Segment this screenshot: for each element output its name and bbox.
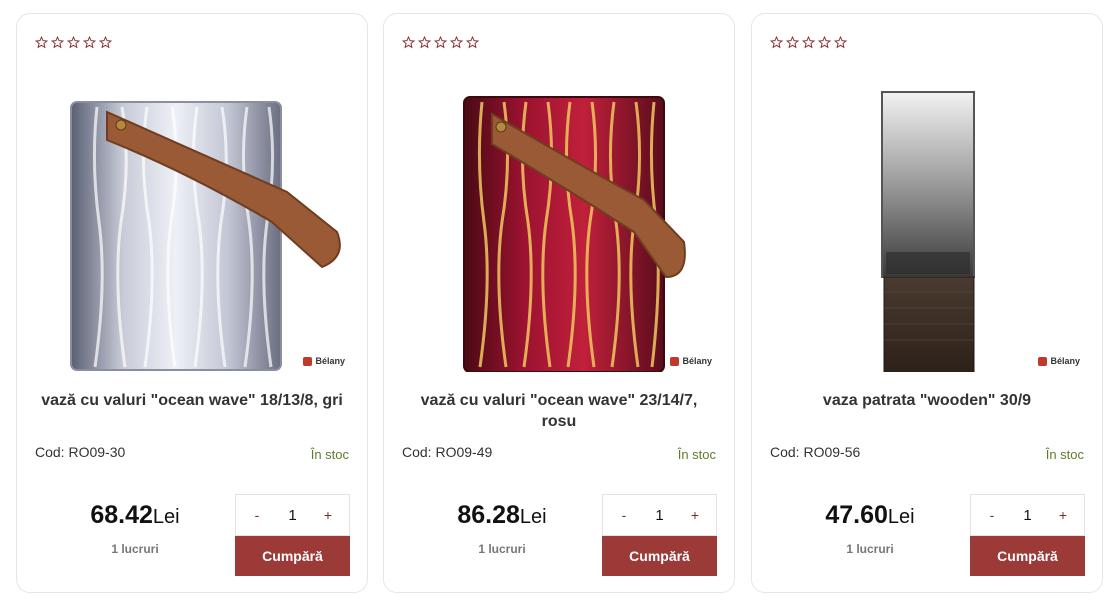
star-icon[interactable]: [67, 36, 80, 49]
buy-button[interactable]: Cumpără: [235, 536, 350, 576]
price-block: 68.42Lei 1 lucruri: [35, 501, 235, 556]
star-icon[interactable]: [418, 36, 431, 49]
star-icon[interactable]: [770, 36, 783, 49]
decrease-button[interactable]: -: [985, 507, 999, 523]
rating-stars[interactable]: [35, 36, 112, 49]
product-grid: Bélany vază cu valuri "ocean wave" 18/13…: [0, 0, 1112, 600]
brand-icon: [303, 356, 313, 366]
brand-icon: [670, 356, 680, 366]
star-icon[interactable]: [99, 36, 112, 49]
buy-button[interactable]: Cumpără: [970, 536, 1085, 576]
product-code: Cod: RO09-56: [770, 444, 861, 460]
brand-logo: Bélany: [670, 356, 712, 366]
currency: Lei: [887, 506, 915, 528]
rating-stars[interactable]: [770, 36, 847, 49]
increase-button[interactable]: +: [688, 507, 702, 523]
product-title[interactable]: vază cu valuri "ocean wave" 18/13/8, gri: [35, 390, 349, 411]
product-image[interactable]: [404, 72, 716, 372]
star-icon[interactable]: [51, 36, 64, 49]
quantity-input[interactable]: 1: [1023, 507, 1031, 524]
increase-button[interactable]: +: [1056, 507, 1070, 523]
star-icon[interactable]: [83, 36, 96, 49]
star-icon[interactable]: [35, 36, 48, 49]
brand-logo: Bélany: [303, 356, 345, 366]
quantity-input[interactable]: 1: [655, 507, 663, 524]
product-card: Bélany vază cu valuri "ocean wave" 23/14…: [383, 13, 735, 593]
product-code: Cod: RO09-49: [402, 444, 493, 460]
quantity-stepper: - 1 +: [235, 494, 350, 536]
star-icon[interactable]: [402, 36, 415, 49]
brand-icon: [1038, 356, 1048, 366]
price: 47.60: [825, 501, 888, 529]
star-icon[interactable]: [802, 36, 815, 49]
price: 68.42: [90, 501, 153, 529]
rating-stars[interactable]: [402, 36, 479, 49]
quantity-stepper: - 1 +: [602, 494, 717, 536]
unit-count: 1 lucruri: [846, 542, 894, 556]
price: 86.28: [457, 501, 520, 529]
product-image[interactable]: [37, 72, 349, 372]
star-icon[interactable]: [466, 36, 479, 49]
brand-logo: Bélany: [1038, 356, 1080, 366]
star-icon[interactable]: [450, 36, 463, 49]
price-block: 86.28Lei 1 lucruri: [402, 501, 602, 556]
stock-status: În stoc: [1045, 447, 1084, 462]
decrease-button[interactable]: -: [617, 507, 631, 523]
stock-status: În stoc: [677, 447, 716, 462]
brand-name: Bélany: [315, 356, 345, 366]
product-title[interactable]: vază cu valuri "ocean wave" 23/14/7, ros…: [402, 390, 716, 432]
currency: Lei: [152, 506, 180, 528]
star-icon[interactable]: [818, 36, 831, 49]
unit-count: 1 lucruri: [111, 542, 159, 556]
star-icon[interactable]: [786, 36, 799, 49]
stock-status: În stoc: [310, 447, 349, 462]
quantity-input[interactable]: 1: [288, 507, 296, 524]
increase-button[interactable]: +: [321, 507, 335, 523]
product-image[interactable]: [772, 72, 1084, 372]
unit-count: 1 lucruri: [478, 542, 526, 556]
star-icon[interactable]: [434, 36, 447, 49]
brand-name: Bélany: [1050, 356, 1080, 366]
product-title[interactable]: vaza patrata "wooden" 30/9: [770, 390, 1084, 411]
brand-name: Bélany: [682, 356, 712, 366]
product-card: Bélany vază cu valuri "ocean wave" 18/13…: [16, 13, 368, 593]
price-block: 47.60Lei 1 lucruri: [770, 501, 970, 556]
currency: Lei: [519, 506, 547, 528]
product-code: Cod: RO09-30: [35, 444, 126, 460]
product-card: Bélany vaza patrata "wooden" 30/9 Cod: R…: [751, 13, 1103, 593]
star-icon[interactable]: [834, 36, 847, 49]
decrease-button[interactable]: -: [250, 507, 264, 523]
buy-button[interactable]: Cumpără: [602, 536, 717, 576]
quantity-stepper: - 1 +: [970, 494, 1085, 536]
